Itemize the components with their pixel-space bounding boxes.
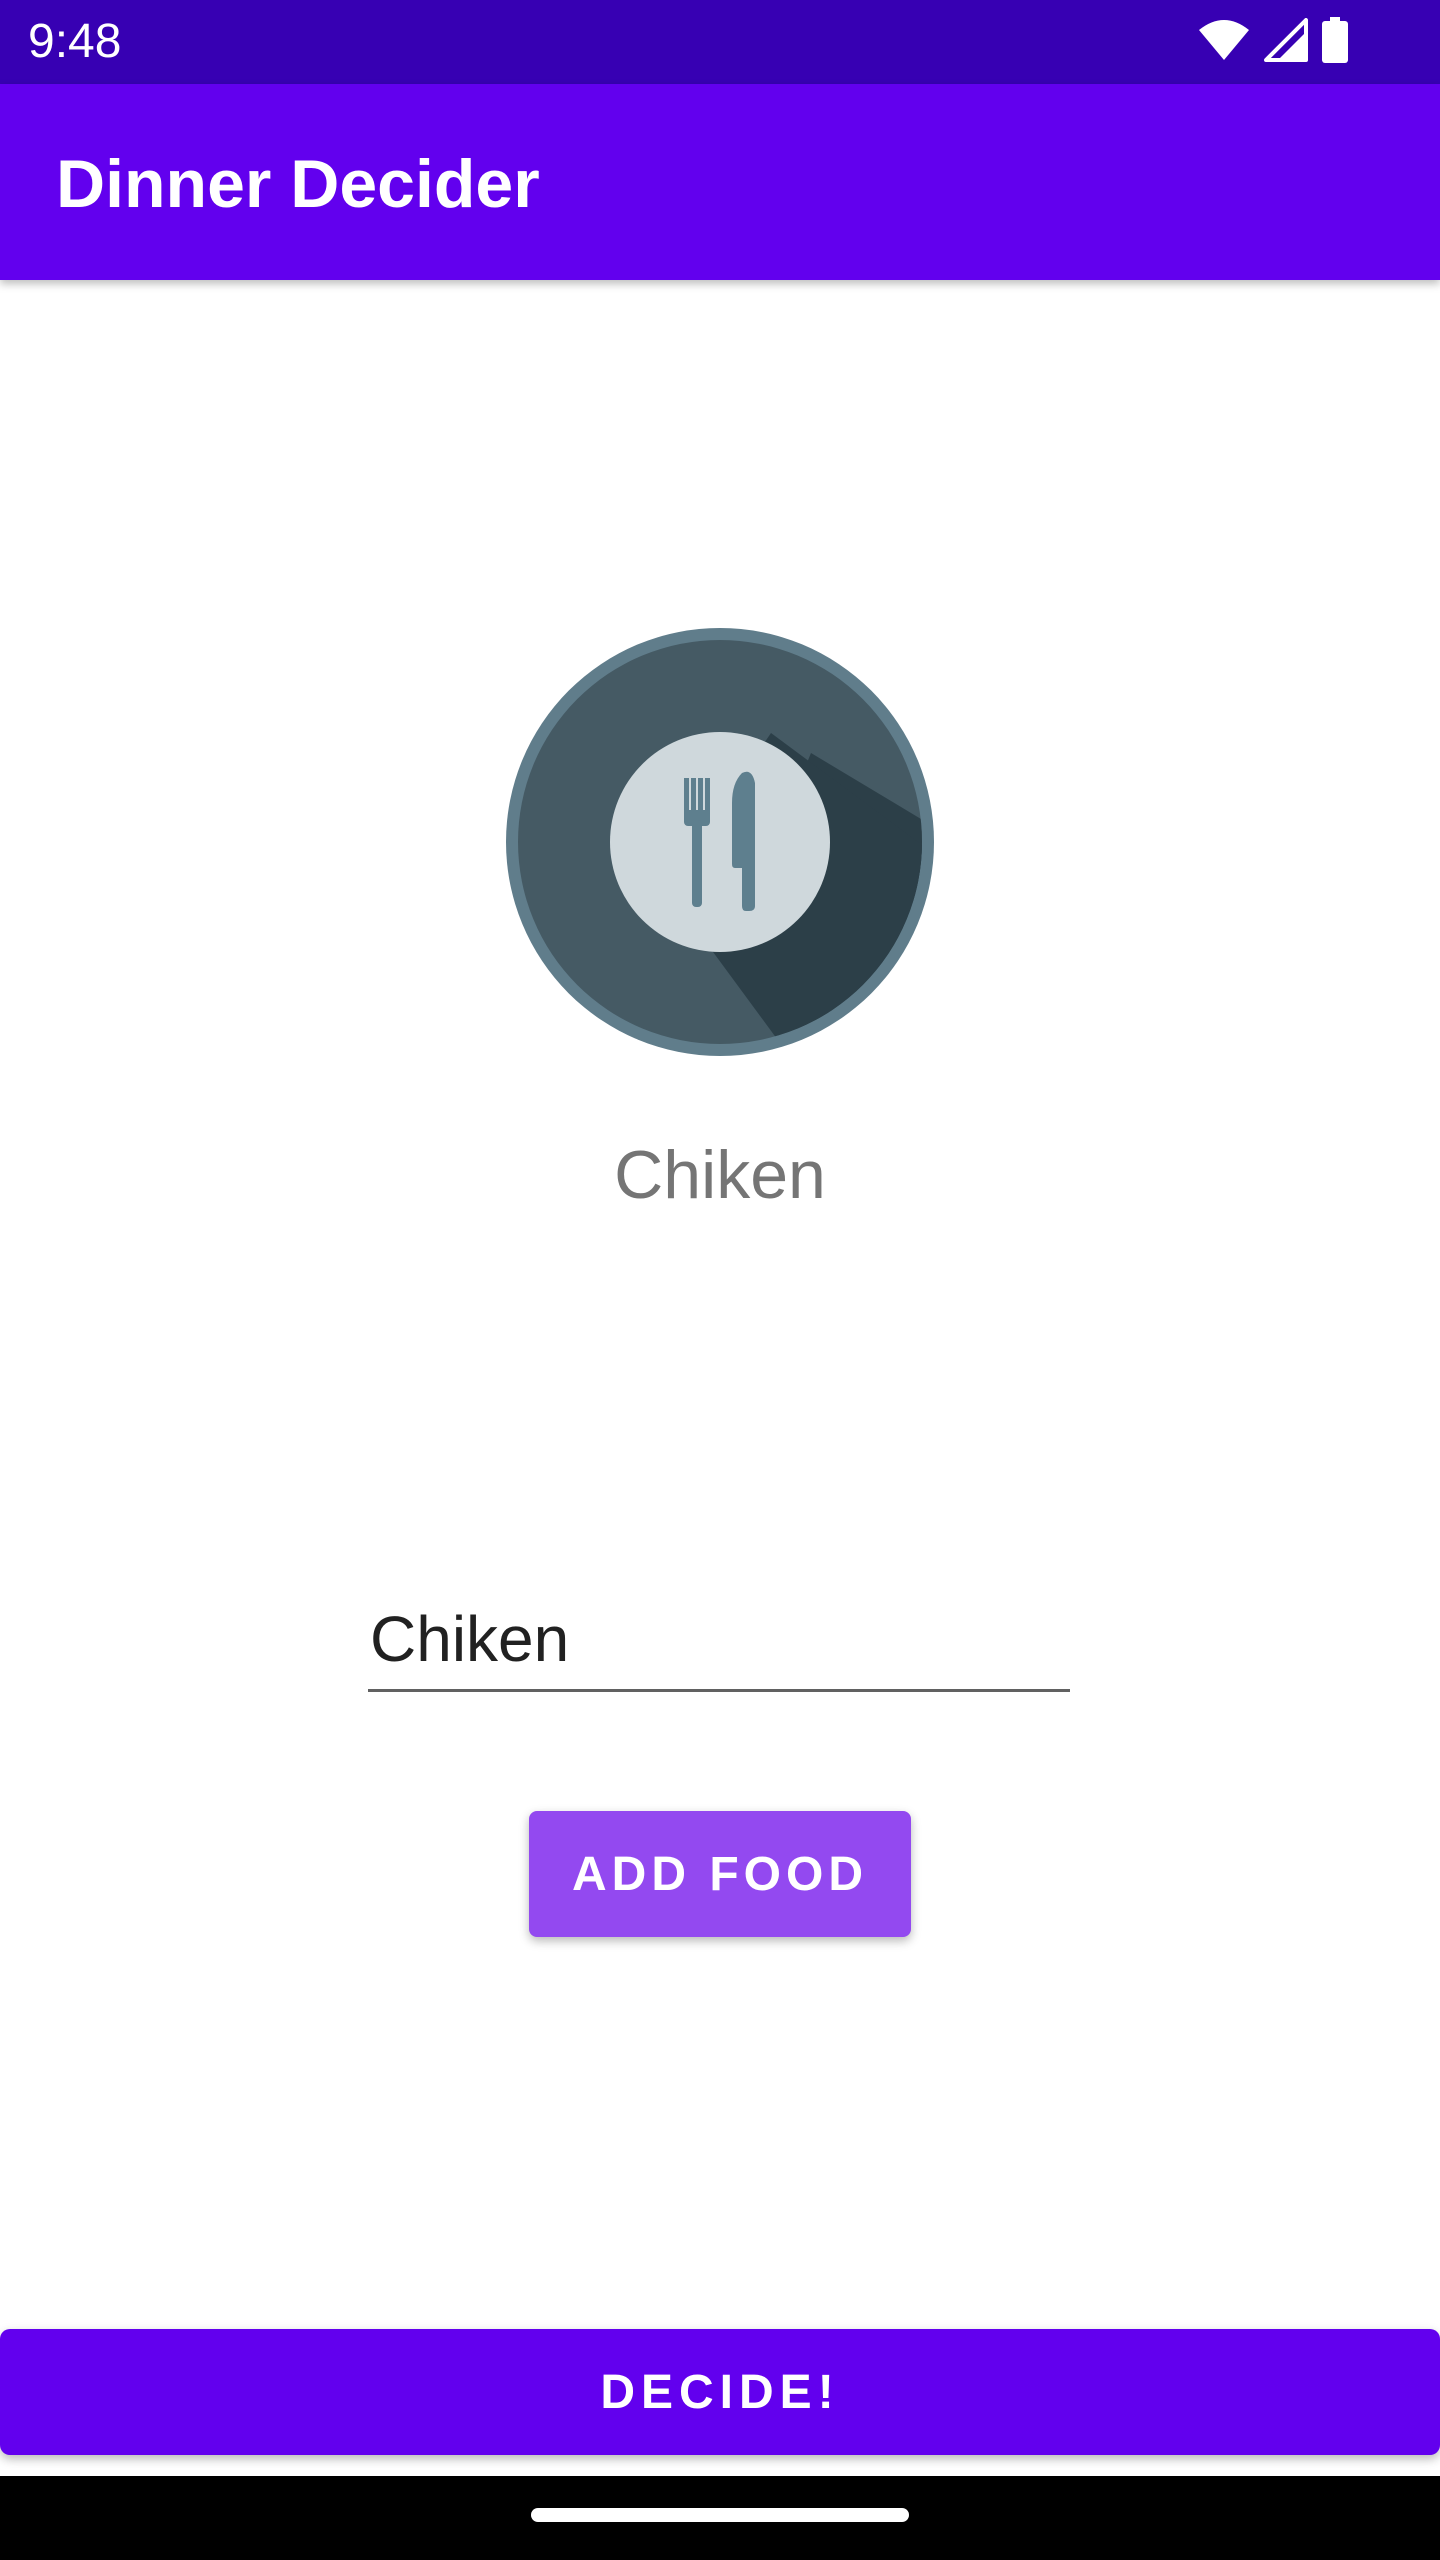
- food-input[interactable]: [368, 1588, 1070, 1692]
- status-bar: 9:48: [0, 0, 1440, 84]
- status-time: 9:48: [28, 15, 122, 68]
- plate-fork-knife-icon: [506, 628, 934, 1056]
- add-food-button[interactable]: ADD FOOD: [529, 1811, 911, 1937]
- status-icons: [1198, 16, 1348, 68]
- decide-button[interactable]: DECIDE!: [0, 2329, 1440, 2455]
- battery-icon: [1322, 16, 1348, 68]
- screen: 9:48 Dinner Decider Chiken Chiken ADD FO…: [0, 0, 1440, 2560]
- app-bar: Dinner Decider: [0, 84, 1440, 280]
- app-title: Dinner Decider: [56, 146, 540, 222]
- home-gesture-handle[interactable]: [531, 2508, 909, 2522]
- selected-food-label: Chiken: [614, 1137, 826, 1213]
- cell-signal-icon: [1264, 17, 1308, 67]
- wifi-icon: [1198, 18, 1250, 67]
